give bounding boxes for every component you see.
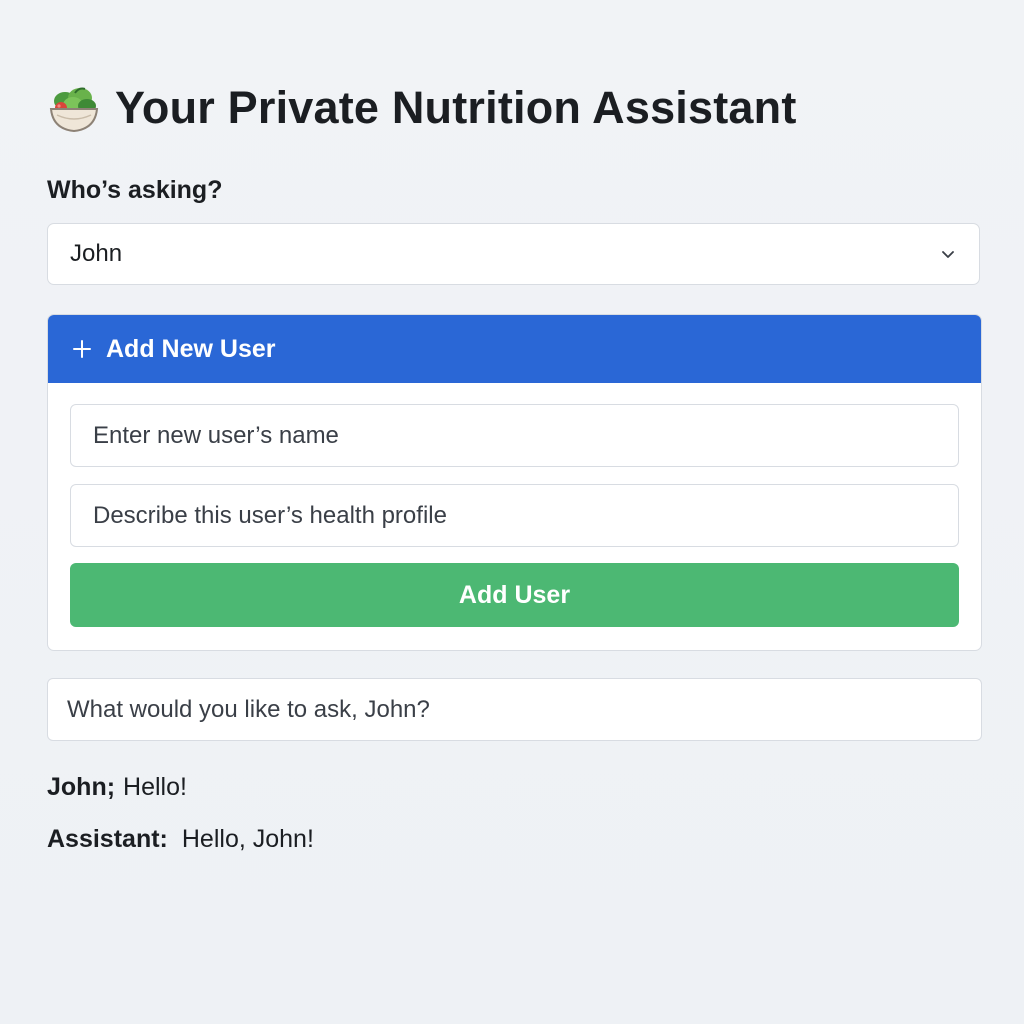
user-select-label: Who’s asking? [47, 176, 223, 204]
add-user-panel: Add New User Add User [47, 314, 982, 651]
chat-speaker: John; [47, 773, 116, 801]
chat-log: John; Hello! Assistant: Hello, John! [47, 770, 982, 874]
user-select-value: John [70, 240, 123, 267]
add-user-button[interactable]: Add User [70, 563, 959, 627]
salad-icon [47, 81, 101, 135]
health-profile-input[interactable] [70, 484, 959, 547]
add-user-panel-title: Add New User [106, 334, 276, 363]
question-input[interactable] [47, 678, 982, 741]
add-user-panel-header[interactable]: Add New User [48, 315, 981, 383]
chat-speaker: Assistant: [47, 825, 168, 853]
chat-message-user: John; Hello! [47, 770, 982, 804]
page-title: Your Private Nutrition Assistant [115, 82, 797, 133]
chat-message-assistant: Assistant: Hello, John! [47, 822, 982, 856]
user-select-dropdown[interactable]: John [47, 223, 980, 285]
header: Your Private Nutrition Assistant [47, 76, 797, 140]
new-user-name-input[interactable] [70, 404, 959, 467]
plus-icon [72, 339, 92, 359]
chat-message-text: Hello, John! [181, 825, 314, 853]
chat-message-text: Hello! [123, 773, 187, 801]
chevron-down-icon [939, 245, 957, 263]
